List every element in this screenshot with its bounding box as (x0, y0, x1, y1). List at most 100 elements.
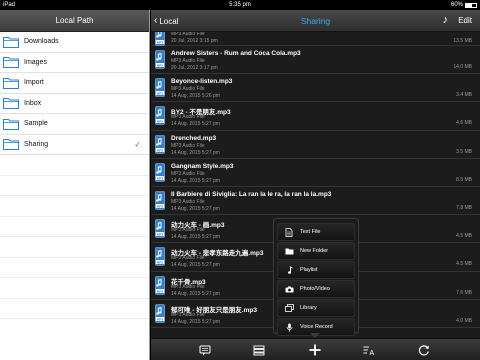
folder-item[interactable]: Inbox (0, 94, 149, 114)
menu-item-label: Photo/Video (300, 286, 330, 292)
folder-item[interactable]: Images (0, 53, 149, 73)
file-row[interactable]: MP3 BY2 - 不是朋友.mp3 MP3 Audio File 14 Aug, 2… (151, 102, 480, 131)
menu-item-label: Text File (300, 229, 321, 235)
file-date: 20 Jul, 2012 3:15 pm (171, 38, 218, 44)
svg-text:MP3: MP3 (157, 289, 164, 293)
svg-text:MP3: MP3 (157, 317, 164, 321)
file-type: MP3 Audio File (171, 283, 205, 290)
mp3-file-icon: MP3 (155, 303, 165, 323)
file-type: MP3 Audio File (171, 32, 205, 37)
file-size: 8.5 MB (456, 176, 472, 183)
folder-item[interactable]: Downloads (0, 32, 149, 53)
file-row[interactable]: MP3 Andrew Sisters - Rum and Coca Cola.mp… (151, 46, 480, 75)
file-date: 14 Aug, 2015 5:27 pm (171, 234, 220, 241)
svg-text:MP3: MP3 (157, 63, 164, 67)
svg-text:MP3: MP3 (157, 176, 164, 180)
microphone-icon (278, 323, 300, 332)
mp3-file-icon: MP3 (155, 106, 165, 126)
folder-icon (3, 36, 19, 48)
checkmark-icon: ✓ (134, 139, 141, 149)
battery-percent: 60% (450, 2, 463, 8)
menu-item-label: Playlist (300, 267, 318, 273)
empty-row (0, 258, 149, 278)
battery-icon (465, 2, 477, 8)
svg-text:A: A (370, 350, 375, 357)
mp3-file-icon: MP3 (155, 162, 165, 182)
folder-label: Downloads (24, 38, 59, 46)
page-title: Sharing (300, 16, 331, 26)
file-type: MP3 Audio File (171, 114, 205, 121)
comment-icon[interactable] (198, 343, 212, 357)
library-icon (278, 304, 300, 312)
folder-icon (3, 77, 19, 89)
file-row[interactable]: MP3 Gangnam Style.mp3 MP3 Audio File 14 Aug… (151, 159, 480, 187)
file-date: 20 Jul, 2012 3:17 pm (171, 65, 218, 71)
file-type: MP3 Audio File (171, 142, 205, 149)
folder-label: Inbox (24, 99, 42, 107)
file-size: 13.5 MB (453, 38, 472, 44)
file-row[interactable]: MP3 Il Barbiere di Siviglia: La ran la le… (151, 187, 480, 216)
menu-item[interactable]: Library (277, 299, 355, 317)
folder-label: Import (24, 79, 44, 87)
file-row[interactable]: MP3 Drenched.mp3 MP3 Audio File 14 Aug, 201… (151, 131, 480, 159)
menu-item-label: New Folder (300, 248, 329, 254)
file-date: 14 Aug, 2015 5:26 pm (171, 93, 220, 100)
empty-row (0, 155, 149, 176)
file-size: 4.6 MB (456, 120, 472, 127)
folder-icon (3, 56, 19, 69)
svg-text:MP3: MP3 (157, 40, 164, 44)
folder-list: Downloads Images Import Inbox Sample Sharing ✓ (0, 32, 149, 155)
add-menu-popup: Text File New Folder Playlist Photo/Video Li… (273, 218, 359, 336)
file-size: 3.5 MB (456, 148, 472, 155)
menu-item[interactable]: Text File (277, 223, 355, 241)
file-size: 4.0 MB (456, 317, 472, 324)
mp3-file-icon: MP3 (155, 78, 165, 97)
file-size: 7.6 MB (456, 289, 472, 296)
empty-row (0, 278, 149, 299)
menu-item[interactable]: New Folder (277, 242, 355, 260)
folder-item[interactable]: Import (0, 73, 149, 94)
file-name: Drenched.mp3 (171, 134, 217, 142)
mp3-file-icon: MP3 (155, 191, 165, 210)
plus-icon[interactable] (308, 343, 322, 357)
file-type: MP3 Audio File (171, 170, 205, 177)
empty-row (0, 237, 149, 258)
nav-bar: ‹ Local Sharing ♪ Edit (151, 10, 480, 32)
folder-item[interactable]: Sharing ✓ (0, 135, 149, 155)
file-type: MP3 Audio File (171, 311, 205, 318)
file-name: Beyonce-listen.mp3 (171, 78, 233, 86)
music-note-icon[interactable]: ♪ (443, 13, 449, 27)
file-type: MP3 Audio File (171, 255, 205, 262)
svg-text:MP3: MP3 (157, 91, 164, 95)
empty-row (0, 196, 149, 217)
menu-item-label: Voice Record (300, 324, 333, 330)
empty-row (0, 299, 149, 319)
folder-item[interactable]: Sample (0, 114, 149, 135)
folder-icon (3, 97, 19, 110)
edit-button[interactable]: Edit (458, 10, 472, 32)
file-date: 14 Aug, 2015 5:27 pm (171, 290, 220, 297)
mp3-file-icon: MP3 (155, 247, 165, 267)
file-row[interactable]: MP3 MP3 Audio File 20 Jul, 2012 3:15 pm 13.… (151, 32, 480, 46)
file-name: Andrew Sisters - Rum and Coca Cola.mp3 (171, 50, 301, 57)
svg-text:MP3: MP3 (157, 261, 164, 265)
file-size: 4.5 MB (456, 233, 472, 240)
menu-item[interactable]: Playlist (277, 261, 355, 279)
folder-icon (3, 138, 19, 151)
menu-item[interactable]: Photo/Video (277, 280, 355, 298)
mp3-file-icon: MP3 (155, 134, 165, 154)
file-row[interactable]: MP3 Beyonce-listen.mp3 MP3 Audio File 14 Au… (151, 74, 480, 103)
list-icon[interactable] (252, 343, 266, 357)
clock: 5:35 pm (229, 2, 251, 8)
file-date: 14 Aug, 2015 5:27 pm (171, 318, 220, 325)
file-size: 14.0 MB (453, 64, 472, 70)
empty-row (0, 176, 149, 196)
refresh-icon[interactable] (417, 343, 431, 357)
file-type: MP3 Audio File (171, 86, 205, 93)
camera-icon (278, 286, 300, 293)
folder-label: Images (24, 58, 47, 66)
folder-label: Sample (24, 120, 48, 128)
text-sort-icon[interactable]: A (362, 343, 376, 357)
file-size: 4.5 MB (456, 261, 472, 268)
file-size: 3.4 MB (456, 92, 472, 99)
